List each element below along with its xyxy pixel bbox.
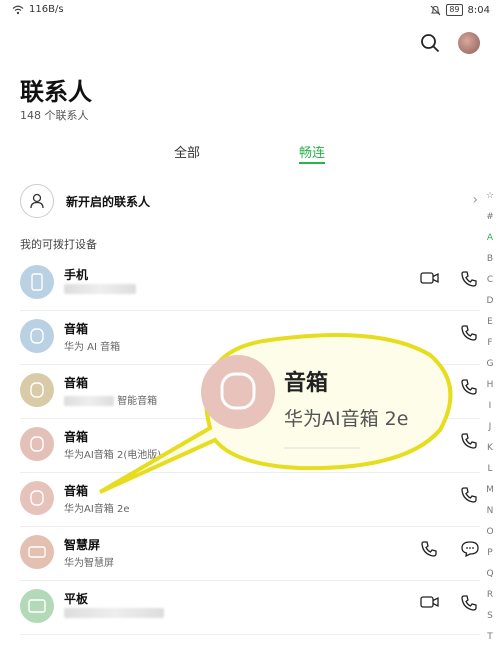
phone-call-icon[interactable] xyxy=(420,540,438,558)
device-desc: 华为智慧屏 xyxy=(64,558,114,569)
status-bar: 116B/s 89 8:04 xyxy=(0,0,500,22)
device-desc xyxy=(64,608,164,619)
index-letter[interactable]: S xyxy=(484,606,496,627)
device-name: 音箱 xyxy=(64,322,89,336)
index-letter[interactable]: H xyxy=(484,375,496,396)
tab-all[interactable]: 全部 xyxy=(174,142,200,161)
index-letter[interactable]: E xyxy=(484,312,496,333)
search-icon[interactable] xyxy=(420,33,440,53)
index-letter[interactable]: O xyxy=(484,522,496,543)
callout-subtitle: 华为AI音箱 2e xyxy=(284,408,409,430)
wifi-icon xyxy=(12,5,24,14)
mute-bell-icon xyxy=(430,5,441,15)
index-letter[interactable]: Q xyxy=(484,564,496,585)
phone-call-icon[interactable] xyxy=(460,324,478,342)
list-item[interactable]: 平板 xyxy=(20,580,480,635)
index-letter[interactable]: # xyxy=(484,207,496,228)
index-letter[interactable]: K xyxy=(484,438,496,459)
phone-call-icon[interactable] xyxy=(460,432,478,450)
index-letter[interactable]: J xyxy=(484,417,496,438)
index-letter[interactable]: C xyxy=(484,270,496,291)
phone-call-icon[interactable] xyxy=(460,270,478,288)
video-call-icon[interactable] xyxy=(420,270,440,286)
tab-bar: 全部 畅连 xyxy=(0,142,480,172)
index-letter[interactable]: F xyxy=(484,333,496,354)
phone-call-icon[interactable] xyxy=(460,594,478,612)
screen-device-icon xyxy=(20,535,54,569)
device-desc xyxy=(64,284,136,295)
clock: 8:04 xyxy=(467,4,490,16)
new-contacts-item[interactable]: 新开启的联系人 › xyxy=(20,184,480,218)
network-speed: 116B/s xyxy=(29,4,64,15)
speaker-device-icon xyxy=(20,373,54,407)
index-letter[interactable]: ☆ xyxy=(484,186,496,207)
device-name: 音箱 xyxy=(64,484,89,498)
battery-indicator: 89 xyxy=(446,4,463,16)
index-letter[interactable]: A xyxy=(484,228,496,249)
index-letter[interactable]: I xyxy=(484,396,496,417)
list-item[interactable]: 音箱 智能音箱 xyxy=(20,364,480,419)
phone-call-icon[interactable] xyxy=(460,486,478,504)
message-icon[interactable] xyxy=(460,540,480,558)
device-desc: 华为AI音箱 2(电池版) xyxy=(64,450,162,461)
device-desc: 智能音箱 xyxy=(64,392,157,407)
header-actions xyxy=(420,32,480,54)
list-item[interactable]: 手机 xyxy=(20,256,480,311)
phone-call-icon[interactable] xyxy=(460,378,478,396)
speaker-device-icon xyxy=(20,427,54,461)
alphabet-index[interactable]: ☆ # A B C D E F G H I J K L M N O P Q R … xyxy=(484,186,496,648)
device-desc: 华为AI音箱 2e xyxy=(64,504,130,515)
new-contacts-label: 新开启的联系人 xyxy=(66,194,151,209)
device-name: 智慧屏 xyxy=(64,538,101,552)
tab-changlian[interactable]: 畅连 xyxy=(299,142,325,161)
index-letter[interactable]: D xyxy=(484,291,496,312)
chevron-right-icon: › xyxy=(472,192,478,208)
callout-title: 音箱 xyxy=(284,371,329,396)
tablet-device-icon xyxy=(20,589,54,623)
device-name: 音箱 xyxy=(64,430,89,444)
speaker-device-icon xyxy=(20,481,54,515)
person-icon xyxy=(20,184,54,218)
index-letter[interactable]: B xyxy=(484,249,496,270)
index-letter[interactable]: R xyxy=(484,585,496,606)
index-letter[interactable]: T xyxy=(484,627,496,648)
device-name: 平板 xyxy=(64,592,89,606)
index-letter[interactable]: L xyxy=(484,459,496,480)
device-desc-text: 智能音箱 xyxy=(117,396,158,407)
list-item[interactable]: 音箱 华为 AI 音箱 xyxy=(20,310,480,365)
avatar[interactable] xyxy=(458,32,480,54)
contact-count: 148 个联系人 xyxy=(20,109,89,122)
list-item[interactable]: 音箱 华为AI音箱 2(电池版) xyxy=(20,418,480,473)
list-item[interactable]: 智慧屏 华为智慧屏 xyxy=(20,526,480,581)
index-letter[interactable]: G xyxy=(484,354,496,375)
index-letter[interactable]: M xyxy=(484,480,496,501)
tab-active-indicator xyxy=(299,162,325,164)
section-title: 我的可拨打设备 xyxy=(20,238,97,251)
index-letter[interactable]: N xyxy=(484,501,496,522)
device-desc: 华为 AI 音箱 xyxy=(64,342,121,353)
index-letter[interactable]: P xyxy=(484,543,496,564)
speaker-device-icon xyxy=(20,319,54,353)
video-call-icon[interactable] xyxy=(420,594,440,610)
phone-device-icon xyxy=(20,265,54,299)
page-title: 联系人 xyxy=(20,78,92,106)
device-name: 音箱 xyxy=(64,376,89,390)
list-item[interactable]: 音箱 华为AI音箱 2e xyxy=(20,472,480,527)
device-name: 手机 xyxy=(64,268,89,282)
